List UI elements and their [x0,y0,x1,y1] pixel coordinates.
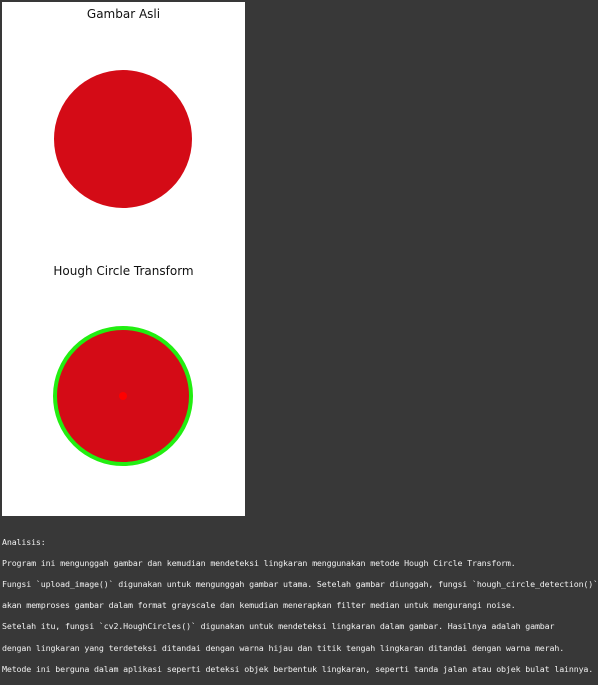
output-line: akan memproses gambar dalam format grays… [2,600,516,611]
output-line: dengan lingkaran yang terdeteksi ditanda… [2,642,565,653]
matplotlib-figure: Gambar Asli Hough Circle Transform [2,2,245,516]
output-line: Analisis: [2,536,46,547]
hough-transform-title: Hough Circle Transform [53,264,194,278]
output-line: Program ini mengunggah gambar dan kemudi… [2,557,516,568]
cell-output-text: Analisis: Program ini mengunggah gambar … [2,526,598,685]
detected-circle-center [119,392,127,400]
output-line: Metode ini berguna dalam aplikasi sepert… [2,663,594,674]
original-image-title: Gambar Asli [86,7,161,21]
output-line: Setelah itu, fungsi `cv2.HoughCircles()`… [2,621,555,632]
red-circle [54,70,192,208]
output-line: Fungsi `upload_image()` digunakan untuk … [2,578,598,589]
original-image-panel [54,70,192,208]
hough-result-panel [53,326,193,466]
